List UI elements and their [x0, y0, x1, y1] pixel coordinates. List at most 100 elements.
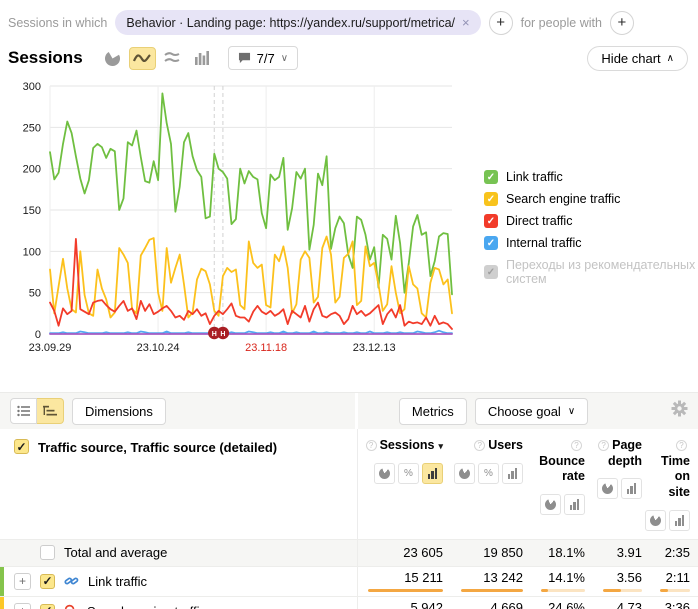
row-checkbox[interactable]: ✓ — [40, 574, 55, 589]
dimensions-label: Dimensions — [85, 404, 153, 419]
gear-icon[interactable] — [671, 400, 688, 422]
column-header-bounce-rate[interactable]: ?Bounce rate — [531, 429, 593, 539]
comments-dropdown[interactable]: 7/7 ∨ — [228, 46, 298, 70]
table-row[interactable]: +✓Link traffic15 21113 24214.1%3.562:11 — [0, 567, 698, 597]
metric-cell: 4 669 — [451, 597, 531, 609]
chevron-down-icon: ∨ — [281, 53, 288, 64]
metric-cell: 5 942 — [358, 597, 451, 609]
help-icon[interactable]: ? — [366, 440, 377, 451]
help-icon[interactable]: ? — [474, 440, 485, 451]
page-title: Sessions — [8, 48, 83, 68]
svg-text:150: 150 — [23, 205, 41, 217]
help-icon[interactable]: ? — [676, 440, 687, 451]
line-chart-icon[interactable] — [129, 47, 156, 70]
legend-checkbox[interactable]: ✓ — [484, 192, 498, 206]
legend-checkbox[interactable]: ✓ — [484, 214, 498, 228]
row-color-stripe — [0, 567, 4, 596]
pie-chart-icon[interactable] — [99, 47, 126, 70]
series-link-traffic[interactable] — [50, 93, 452, 294]
select-all-checkbox[interactable]: ✓ — [14, 439, 29, 454]
hide-chart-button[interactable]: Hide chart ∧ — [587, 46, 688, 71]
legend-item[interactable]: ✓ Internal traffic — [484, 236, 698, 250]
segment-chip-label: Behavior · Landing page: https://yandex.… — [126, 16, 455, 30]
for-people-with-label: for people with — [521, 16, 602, 30]
bars-toggle-icon[interactable] — [422, 463, 443, 484]
add-session-condition-button[interactable]: + — [489, 11, 513, 35]
svg-text:100: 100 — [23, 246, 41, 258]
metric-cell: 14.1% — [531, 567, 593, 596]
pie-toggle-icon[interactable] — [645, 510, 666, 531]
legend-checkbox[interactable]: ✓ — [484, 236, 498, 250]
metrics-button[interactable]: Metrics — [399, 398, 467, 425]
metric-columns: ?Sessions▾%?Users%?Bounce rate?Page dept… — [357, 429, 698, 539]
metric-cell: 2:11 — [650, 567, 698, 596]
choose-goal-label: Choose goal — [488, 404, 561, 419]
metric-cell: 15 211 — [358, 567, 451, 596]
metric-cell: 3.56 — [593, 567, 650, 596]
legend-label: Internal traffic — [506, 236, 582, 250]
svg-text:50: 50 — [29, 288, 41, 300]
link-icon — [64, 574, 79, 588]
tree-view-icon[interactable] — [37, 398, 64, 424]
bars-toggle-icon[interactable] — [502, 463, 523, 484]
column-header-sessions[interactable]: ?Sessions▾% — [358, 429, 451, 539]
column-chart-icon[interactable] — [189, 47, 216, 70]
column-header-time-on-site[interactable]: ?Time on site — [650, 429, 698, 539]
legend-label: Search engine traffic — [506, 192, 620, 206]
comments-count: 7/7 — [257, 51, 275, 66]
expand-button[interactable]: + — [14, 603, 31, 609]
expand-button[interactable]: + — [14, 573, 31, 590]
chevron-up-icon: ∧ — [667, 53, 674, 64]
hide-chart-label: Hide chart — [601, 51, 660, 66]
metric-cell: 3.91 — [593, 540, 650, 566]
legend-label: Переходы из рекомендательных систем — [506, 258, 698, 286]
row-label[interactable]: Search engine traffic — [87, 604, 206, 609]
stacked-chart-icon[interactable] — [159, 47, 186, 70]
metric-cell: 24.6% — [531, 597, 593, 609]
pie-toggle-icon[interactable] — [454, 463, 475, 484]
bars-toggle-icon[interactable] — [621, 478, 642, 499]
metric-cell: 4.73 — [593, 597, 650, 609]
sort-desc-icon: ▾ — [438, 441, 443, 451]
bars-toggle-icon[interactable] — [564, 494, 585, 515]
series-internal-traffic[interactable] — [50, 331, 452, 334]
pie-toggle-icon[interactable] — [597, 478, 618, 499]
percent-toggle-icon[interactable]: % — [398, 463, 419, 484]
legend-label: Link traffic — [506, 170, 563, 184]
table-header: ✓ Traffic source, Traffic source (detail… — [0, 429, 698, 539]
choose-goal-dropdown[interactable]: Choose goal ∨ — [475, 398, 588, 425]
pie-toggle-icon[interactable] — [374, 463, 395, 484]
sessions-in-which-label: Sessions in which — [8, 16, 107, 30]
dimensions-button[interactable]: Dimensions — [72, 398, 166, 425]
sessions-chart[interactable]: 05010015020025030023.09.2923.10.2423.11.… — [0, 72, 470, 366]
legend-item[interactable]: ✓ Link traffic — [484, 170, 698, 184]
help-icon[interactable]: ? — [571, 440, 582, 451]
legend-item[interactable]: ✓Direct traffic — [484, 214, 698, 228]
legend-checkbox[interactable]: ✓ — [484, 265, 498, 279]
close-icon[interactable]: × — [462, 15, 470, 30]
comment-marker[interactable]: H — [217, 327, 229, 339]
help-icon[interactable]: ? — [598, 440, 609, 451]
chart-area: 05010015020025030023.09.2923.10.2423.11.… — [0, 72, 698, 366]
svg-text:H: H — [212, 331, 217, 338]
add-people-condition-button[interactable]: + — [610, 11, 634, 35]
row-checkbox[interactable]: ✓ — [40, 604, 55, 609]
legend-item[interactable]: ✓ Search engine traffic — [484, 192, 698, 206]
legend-item[interactable]: ✓ Переходы из рекомендательных систем — [484, 258, 698, 286]
metric-cell: 19 850 — [451, 540, 531, 566]
column-header-page-depth[interactable]: ?Page depth — [593, 429, 650, 539]
percent-toggle-icon[interactable]: % — [478, 463, 499, 484]
row-checkbox[interactable] — [40, 545, 55, 560]
pie-toggle-icon[interactable] — [540, 494, 561, 515]
list-view-icon[interactable] — [10, 398, 37, 424]
svg-text:23.12.13: 23.12.13 — [353, 342, 396, 354]
chart-header: Sessions 7/7 ∨ Hide chart ∧ — [0, 38, 698, 72]
segment-chip[interactable]: Behavior · Landing page: https://yandex.… — [115, 10, 480, 35]
row-label[interactable]: Link traffic — [88, 574, 147, 589]
segmentation-bar: Sessions in which Behavior · Landing pag… — [0, 0, 698, 38]
legend-checkbox[interactable]: ✓ — [484, 170, 498, 184]
table-row[interactable]: + ✓ Search engine traffic 5 9424 66924.6%4.… — [0, 597, 698, 609]
table-row-total[interactable]: Total and average23 60519 85018.1%3.912:… — [0, 539, 698, 567]
bars-toggle-icon[interactable] — [669, 510, 690, 531]
column-header-users[interactable]: ?Users% — [451, 429, 531, 539]
